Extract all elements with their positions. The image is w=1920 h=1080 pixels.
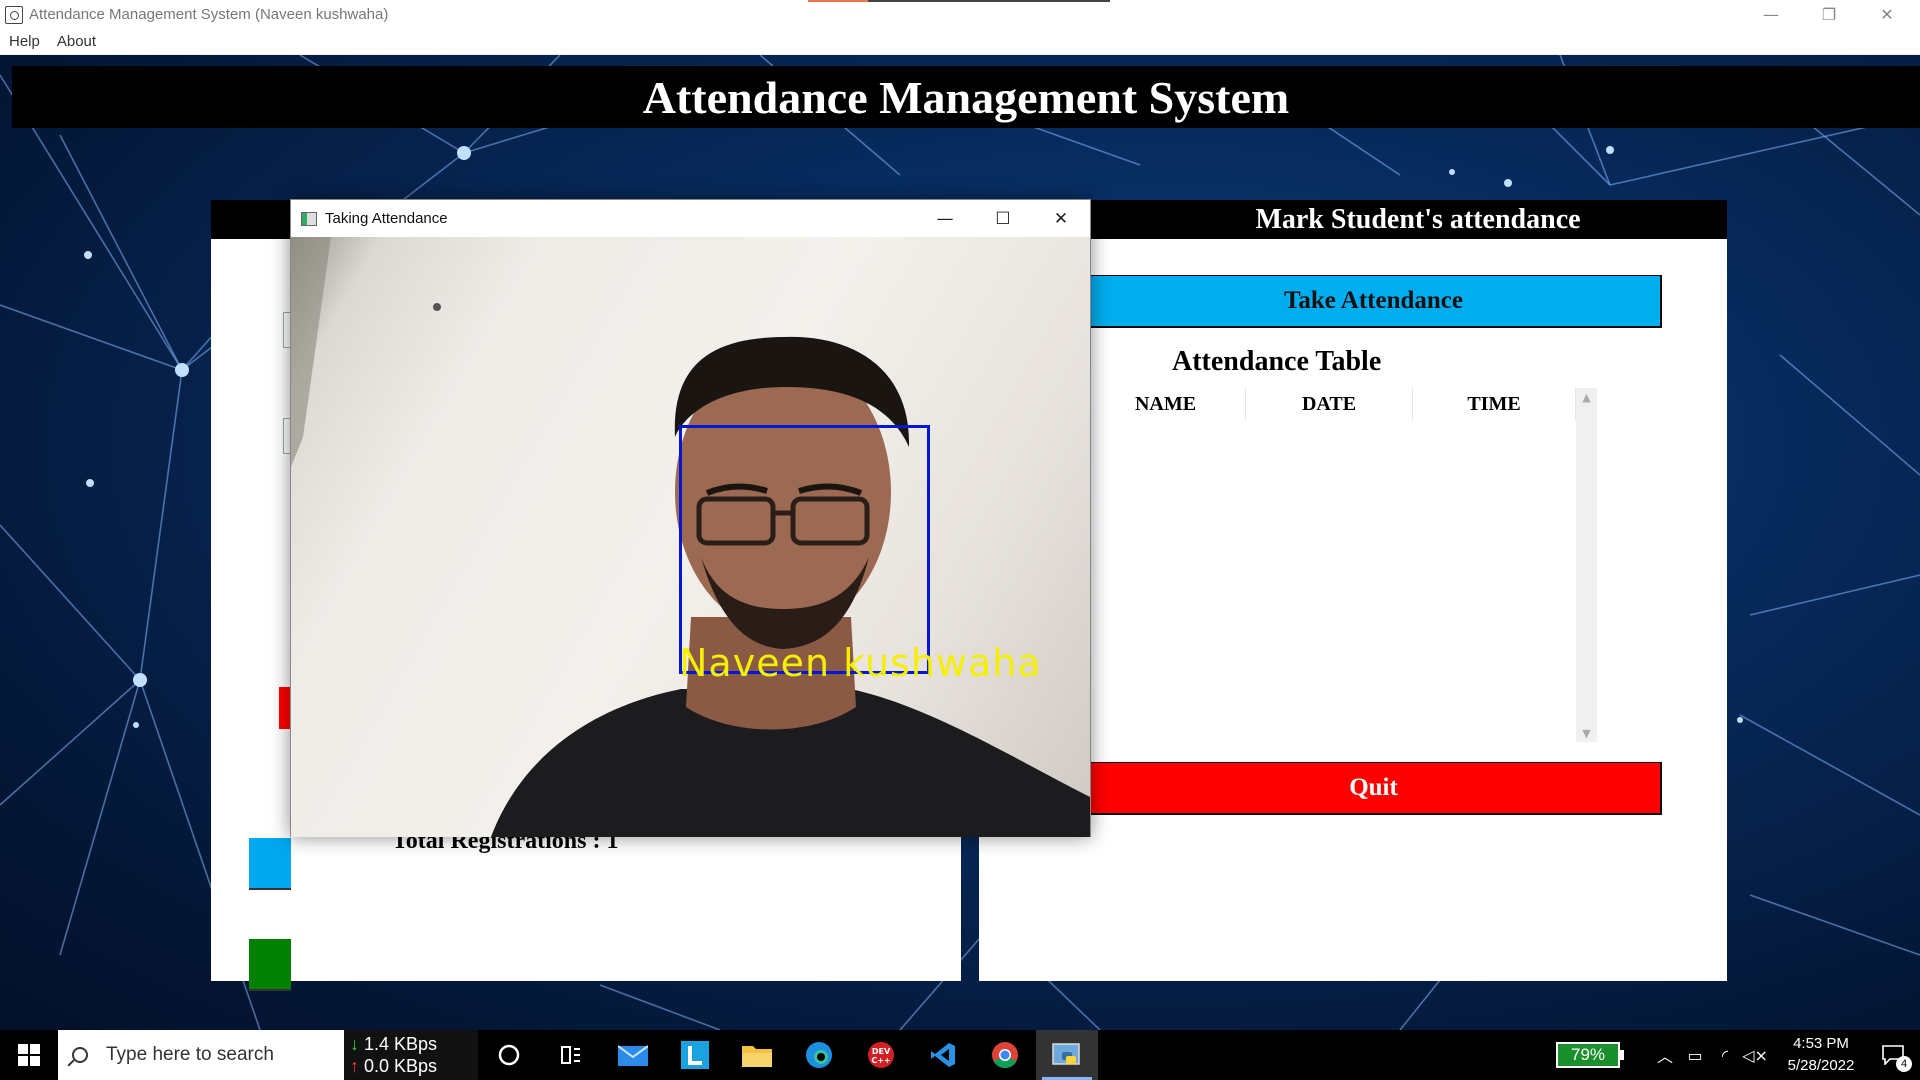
notification-center-button[interactable]: 4 [1866, 1030, 1920, 1080]
attendance-table[interactable]: NAME DATE TIME [1086, 388, 1576, 742]
camera-close-button[interactable]: ✕ [1032, 200, 1090, 237]
take-attendance-button[interactable]: Take Attendance [1086, 275, 1662, 328]
table-scrollbar[interactable]: ▲ ▼ [1576, 388, 1597, 742]
recognized-name-label: Naveen kushwaha [679, 641, 1042, 685]
minimize-button[interactable]: — [1742, 0, 1800, 29]
attendance-panel-title: Mark Student's attendance [1255, 203, 1581, 235]
mail-icon[interactable] [602, 1030, 664, 1080]
column-header-date[interactable]: DATE [1246, 388, 1413, 420]
scroll-up-arrow-icon[interactable]: ▲ [1576, 388, 1597, 406]
battery-indicator[interactable]: 79% [1556, 1042, 1624, 1068]
file-explorer-icon[interactable] [726, 1030, 788, 1080]
titlebar-accent-line [868, 0, 1110, 2]
edge-icon[interactable] [788, 1030, 850, 1080]
quit-button[interactable]: Quit [1086, 762, 1662, 815]
column-header-name[interactable]: NAME [1086, 388, 1246, 420]
clock-date: 5/28/2022 [1787, 1057, 1855, 1074]
app-banner: Attendance Management System [12, 66, 1920, 128]
chevron-up-icon[interactable]: ︿ [1650, 1043, 1680, 1067]
camera-window-title: Taking Attendance [325, 210, 448, 227]
camera-minimize-button[interactable]: — [916, 200, 974, 237]
clock-time: 4:53 PM [1793, 1035, 1849, 1052]
menu-help[interactable]: Help [0, 33, 48, 50]
python-icon[interactable] [1036, 1030, 1098, 1080]
app-icon [5, 5, 23, 24]
network-speed-meter: ↓ 1.4 KBps ↑ 0.0 KBps [344, 1030, 478, 1080]
net-up-speed: 0.0 KBps [364, 1056, 438, 1076]
camera-maximize-button[interactable]: ☐ [974, 200, 1032, 237]
l-app-icon[interactable] [664, 1030, 726, 1080]
titlebar-accent [808, 0, 868, 2]
banner-title: Attendance Management System [642, 71, 1290, 123]
cortana-icon[interactable] [478, 1030, 540, 1080]
upload-arrow-icon: ↑ [350, 1056, 359, 1076]
taskbar-search-box[interactable]: Type here to search [58, 1030, 344, 1080]
attendance-panel: Mark Student's attendance Take Attendanc… [979, 200, 1727, 981]
webcam-feed: Naveen kushwaha [291, 237, 1090, 837]
save-profile-button[interactable] [249, 939, 291, 991]
menu-about[interactable]: About [48, 33, 104, 50]
search-icon [72, 1047, 88, 1063]
take-images-button[interactable] [249, 838, 291, 890]
search-placeholder: Type here to search [106, 1044, 274, 1065]
net-down-speed: 1.4 KBps [364, 1034, 438, 1054]
battery-icon[interactable]: ▭ [1680, 1046, 1710, 1065]
close-button[interactable]: ✕ [1858, 0, 1916, 29]
taskbar-clock[interactable]: 4:53 PM 5/28/2022 [1776, 1033, 1866, 1077]
restore-button[interactable]: ❐ [1800, 0, 1858, 29]
window-titlebar: Attendance Management System (Naveen kus… [0, 0, 1920, 29]
chrome-icon[interactable] [974, 1030, 1036, 1080]
menu-bar: Help About [0, 29, 1920, 55]
notification-count-badge: 4 [1896, 1056, 1912, 1072]
windows-logo-icon [18, 1044, 40, 1066]
speaker-muted-icon[interactable]: ◁× [1740, 1046, 1770, 1065]
vscode-icon[interactable] [912, 1030, 974, 1080]
scroll-down-arrow-icon[interactable]: ▼ [1576, 724, 1597, 742]
attendance-panel-header: Mark Student's attendance [979, 200, 1727, 239]
taking-attendance-window[interactable]: Taking Attendance — ☐ ✕ Naveen kushwaha [290, 199, 1091, 837]
attendance-table-title: Attendance Table [1172, 346, 1382, 377]
download-arrow-icon: ↓ [350, 1034, 359, 1054]
system-tray: 79% ︿ ▭ ◜ ◁× 4:53 PM 5/28/2022 4 [1556, 1030, 1920, 1080]
svg-text:DEV: DEV [872, 1047, 891, 1056]
wifi-icon[interactable]: ◜ [1710, 1046, 1740, 1065]
task-view-icon[interactable] [540, 1030, 602, 1080]
svg-text:C++: C++ [871, 1056, 890, 1065]
face-detection-box [679, 425, 930, 674]
start-button[interactable] [0, 1030, 58, 1080]
devcpp-icon[interactable]: DEV C++ [850, 1030, 912, 1080]
window-title: Attendance Management System (Naveen kus… [29, 6, 389, 23]
opencv-window-icon [301, 211, 317, 226]
taskbar: Type here to search ↓ 1.4 KBps ↑ 0.0 KBp… [0, 1030, 1920, 1080]
column-header-time[interactable]: TIME [1413, 388, 1576, 420]
camera-window-titlebar[interactable]: Taking Attendance — ☐ ✕ [291, 200, 1090, 237]
